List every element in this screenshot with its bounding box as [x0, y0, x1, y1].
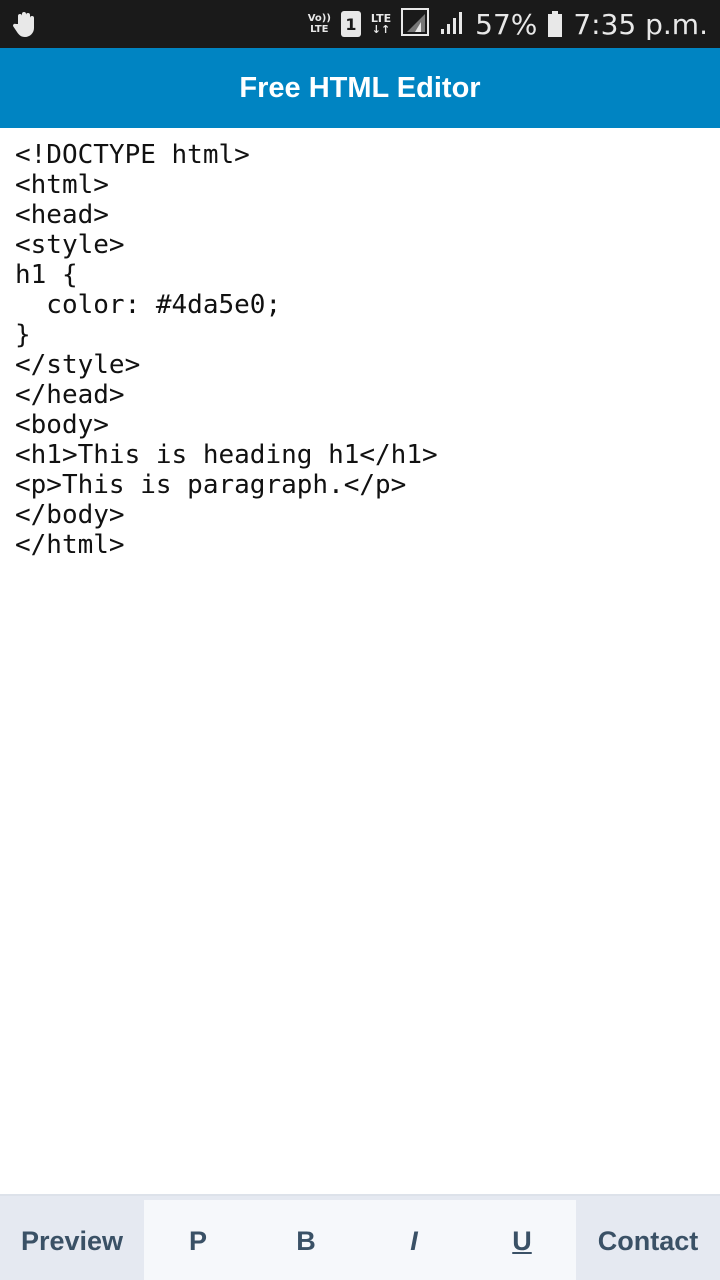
contact-button[interactable]: Contact [576, 1200, 720, 1280]
code-line: </head> [15, 380, 125, 410]
code-line: color: #4da5e0; [15, 290, 282, 320]
code-line: <h1>This is heading h1</h1> [15, 440, 438, 470]
paragraph-button[interactable]: P [144, 1200, 252, 1280]
lte-arrows: ↓↑ [371, 23, 391, 36]
code-line: h1 { [15, 260, 78, 290]
volte-indicator: Vo)) LTE [308, 13, 331, 35]
battery-icon [547, 10, 563, 38]
code-line: </body> [15, 500, 125, 530]
code-line: <style> [15, 230, 125, 260]
bottom-toolbar: Preview P B I U Contact [0, 1194, 720, 1280]
code-line: </html> [15, 530, 125, 560]
preview-button[interactable]: Preview [0, 1200, 144, 1280]
app-bar: Free HTML Editor [0, 48, 720, 128]
app-title: Free HTML Editor [239, 71, 481, 104]
sim-slot-badge: 1 [340, 11, 361, 37]
hand-icon [12, 10, 38, 38]
code-line: </style> [15, 350, 141, 380]
italic-button[interactable]: I [360, 1200, 468, 1280]
bold-button[interactable]: B [252, 1200, 360, 1280]
volte-bottom-label: LTE [310, 24, 329, 35]
battery-percent: 57% [475, 7, 538, 41]
code-editor[interactable]: <!DOCTYPE html> <html> <head> <style> h1… [0, 128, 720, 1194]
code-line: <p>This is paragraph.</p> [15, 470, 407, 500]
code-line: <html> [15, 170, 109, 200]
volte-top-label: Vo)) [307, 13, 331, 24]
code-line: <head> [15, 200, 109, 230]
signal-sim1-icon [401, 7, 430, 41]
status-bar: Vo)) LTE 1 LTE ↓↑ 57% 7:35 p.m. [0, 0, 720, 48]
underline-button[interactable]: U [468, 1200, 576, 1280]
status-clock: 7:35 p.m. [573, 7, 708, 41]
code-line: } [15, 320, 31, 350]
signal-sim2-icon [439, 9, 465, 40]
lte-indicator: LTE ↓↑ [371, 13, 391, 35]
code-line: <body> [15, 410, 109, 440]
code-line: <!DOCTYPE html> [15, 140, 250, 170]
